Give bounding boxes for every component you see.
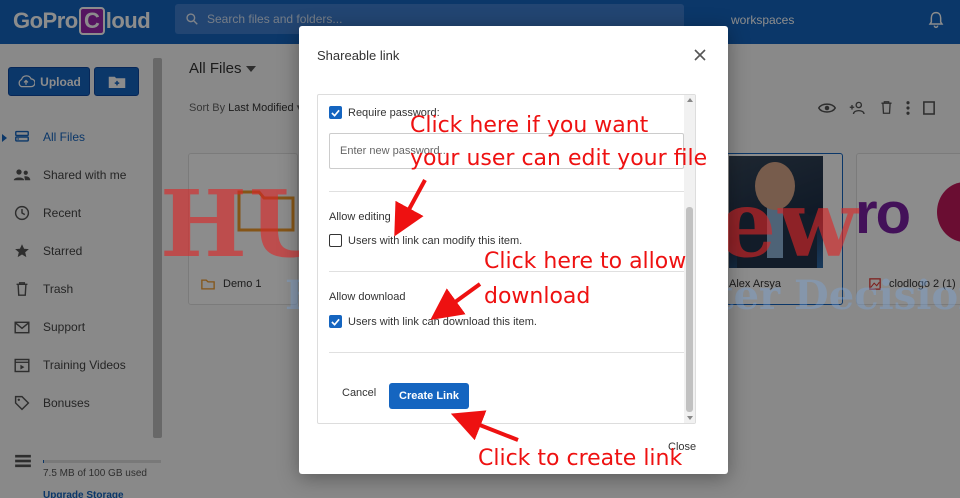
arrow-to-create bbox=[450, 410, 519, 442]
annotation-arrows bbox=[394, 179, 519, 442]
arrow-to-editing bbox=[394, 179, 427, 237]
arrow-to-download bbox=[430, 282, 482, 321]
